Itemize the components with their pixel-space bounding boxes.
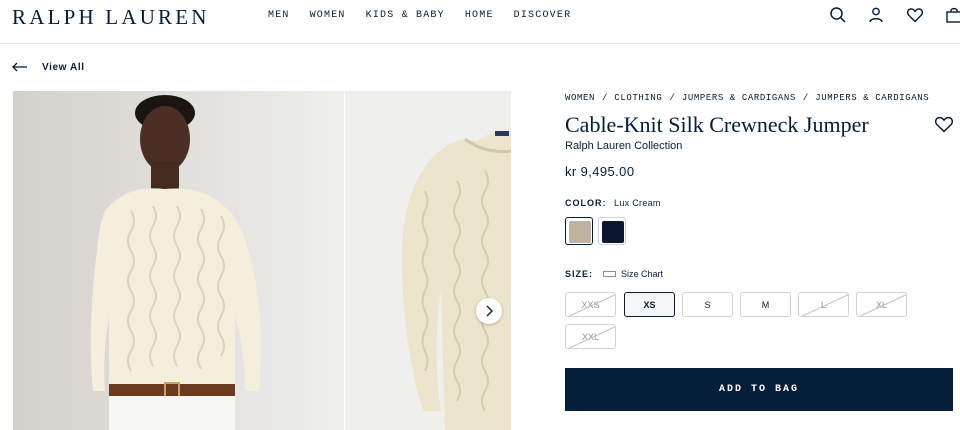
- color-selection: COLOR: Lux Cream: [565, 198, 661, 208]
- product-image-model[interactable]: [13, 91, 344, 430]
- ruler-icon: [603, 271, 617, 277]
- breadcrumb-separator: /: [669, 93, 675, 103]
- nav-item-men[interactable]: MEN: [268, 10, 290, 21]
- swatch-fill: [569, 221, 591, 243]
- add-to-bag-button[interactable]: ADD TO BAG: [565, 368, 953, 411]
- size-option-xxs[interactable]: XXS: [565, 292, 616, 317]
- breadcrumb-jumpers-cardigans-current[interactable]: JUMPERS & CARDIGANS: [815, 93, 929, 103]
- chevron-right-icon: [486, 305, 493, 317]
- size-chart-link[interactable]: Size Chart: [603, 269, 663, 279]
- flatlay-photo: [345, 91, 511, 430]
- product-title: Cable-Knit Silk Crewneck Jumper: [565, 112, 869, 137]
- next-image-button[interactable]: [476, 298, 502, 324]
- wishlist-heart-icon[interactable]: [934, 115, 954, 133]
- color-label: COLOR:: [565, 198, 607, 208]
- model-photo: [13, 91, 344, 430]
- breadcrumb-jumpers-cardigans[interactable]: JUMPERS & CARDIGANS: [682, 93, 796, 103]
- size-option-l[interactable]: L: [798, 292, 849, 317]
- main-nav: MEN WOMEN KIDS & BABY HOME DISCOVER: [268, 10, 591, 21]
- product-brand: Ralph Lauren Collection: [565, 140, 683, 152]
- size-option-m[interactable]: M: [740, 292, 791, 317]
- nav-item-discover[interactable]: DISCOVER: [514, 10, 572, 21]
- nav-item-home[interactable]: HOME: [465, 10, 494, 21]
- view-all-label: View All: [42, 61, 85, 73]
- size-option-xl[interactable]: XL: [856, 292, 907, 317]
- breadcrumb-separator: /: [802, 93, 809, 103]
- color-value: Lux Cream: [614, 198, 661, 208]
- size-option-xs[interactable]: XS: [624, 292, 675, 317]
- size-option-s[interactable]: S: [682, 292, 733, 317]
- view-all-link[interactable]: View All: [12, 61, 85, 73]
- breadcrumb: WOMEN / CLOTHING / JUMPERS & CARDIGANS /…: [565, 93, 929, 103]
- color-swatch-navy[interactable]: [598, 217, 626, 245]
- search-icon[interactable]: [829, 6, 847, 24]
- site-header: RALPH LAUREN MEN WOMEN KIDS & BABY HOME …: [0, 0, 960, 44]
- arrow-left-icon: [12, 62, 27, 72]
- size-chart-label: Size Chart: [621, 269, 664, 279]
- breadcrumb-separator: /: [602, 93, 608, 103]
- product-image-flatlay[interactable]: [345, 91, 511, 430]
- bag-icon[interactable]: [945, 6, 960, 24]
- nav-item-kids-baby[interactable]: KIDS & BABY: [366, 10, 445, 21]
- brand-logo[interactable]: RALPH LAUREN: [12, 5, 210, 30]
- nav-item-women[interactable]: WOMEN: [310, 10, 346, 21]
- size-label: SIZE:: [565, 269, 594, 279]
- size-selection: SIZE: Size Chart: [565, 269, 663, 279]
- breadcrumb-women[interactable]: WOMEN: [565, 93, 595, 103]
- color-swatch-lux-cream[interactable]: [565, 217, 593, 245]
- heart-icon[interactable]: [906, 6, 924, 24]
- product-price: kr 9,495.00: [565, 164, 635, 179]
- account-icon[interactable]: [867, 6, 885, 24]
- breadcrumb-clothing[interactable]: CLOTHING: [614, 93, 662, 103]
- swatch-fill: [602, 221, 624, 243]
- size-option-xxl[interactable]: XXL: [565, 324, 616, 349]
